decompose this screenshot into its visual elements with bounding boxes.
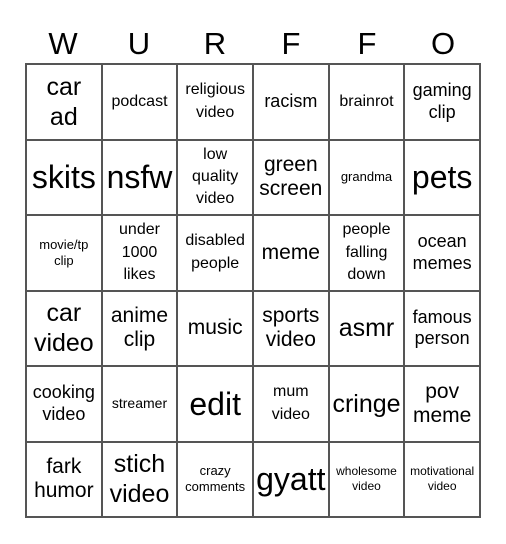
- cell-text: motivational video: [410, 463, 475, 494]
- cell-text: car ad: [46, 72, 82, 131]
- cell-text: sports video: [262, 304, 320, 352]
- bingo-cell[interactable]: ocean memes: [404, 215, 480, 291]
- bingo-cell[interactable]: music: [177, 290, 253, 366]
- bingo-cell[interactable]: movie/tp clip: [26, 215, 102, 291]
- bingo-cell[interactable]: cringe: [328, 366, 405, 442]
- cell-text: mum video: [271, 383, 310, 423]
- cell-text: grandma: [340, 169, 393, 185]
- cell-text: fark humor: [34, 455, 94, 503]
- bingo-cell[interactable]: people falling down: [328, 215, 405, 291]
- bingo-cell[interactable]: racism: [252, 64, 329, 140]
- bingo-cell[interactable]: low quality video: [177, 139, 253, 215]
- bingo-cell[interactable]: anime clip: [101, 290, 178, 366]
- cell-text: green screen: [259, 153, 323, 201]
- bingo-cell[interactable]: stich video: [101, 441, 178, 517]
- bingo-cell[interactable]: sports video: [252, 290, 329, 366]
- header-letter: R: [203, 26, 227, 61]
- bingo-header: W U R F F O: [25, 26, 481, 62]
- bingo-cell[interactable]: brainrot: [328, 64, 405, 140]
- bingo-cell[interactable]: religious video: [177, 64, 253, 140]
- bingo-cell[interactable]: gyatt: [252, 441, 329, 517]
- bingo-cell[interactable]: podcast: [101, 64, 178, 140]
- cell-text: streamer: [111, 395, 168, 411]
- header-letter: W: [48, 26, 78, 61]
- bingo-cell[interactable]: motivational video: [404, 441, 480, 517]
- cell-text: famous person: [412, 306, 472, 349]
- bingo-cell[interactable]: disabled people: [177, 215, 253, 291]
- cell-text: cringe: [332, 389, 401, 418]
- cell-text: gyatt: [256, 461, 326, 498]
- cell-text: racism: [264, 90, 318, 111]
- bingo-cell[interactable]: green screen: [252, 139, 329, 215]
- bingo-cell[interactable]: mum video: [252, 366, 329, 442]
- cell-text: gaming clip: [412, 80, 472, 122]
- header-letter: U: [127, 26, 151, 61]
- cell-text: crazy comments: [185, 463, 246, 495]
- cell-text: ocean memes: [412, 231, 472, 273]
- cell-text: people falling down: [342, 221, 391, 283]
- bingo-cell[interactable]: car ad: [26, 64, 102, 140]
- cell-text: religious video: [185, 81, 245, 121]
- cell-text: edit: [189, 385, 241, 422]
- cell-text: meme: [261, 240, 320, 264]
- cell-text: brainrot: [339, 92, 394, 110]
- bingo-cell[interactable]: cooking video: [26, 366, 102, 442]
- header-letter: F: [357, 26, 377, 61]
- cell-text: nsfw: [106, 159, 173, 196]
- bingo-cell[interactable]: famous person: [404, 290, 480, 366]
- cell-text: music: [187, 316, 243, 340]
- cell-text: skits: [31, 159, 96, 196]
- bingo-grid: car ad podcast religious video racism br…: [25, 63, 481, 518]
- bingo-cell[interactable]: grandma: [328, 139, 405, 215]
- cell-text: anime clip: [110, 304, 169, 352]
- bingo-cell[interactable]: under 1000 likes: [101, 215, 178, 291]
- cell-text: car video: [33, 299, 94, 358]
- header-letter: F: [281, 26, 301, 61]
- cell-text: podcast: [111, 92, 168, 110]
- bingo-cell[interactable]: streamer: [101, 366, 178, 442]
- bingo-cell[interactable]: crazy comments: [177, 441, 253, 517]
- bingo-cell[interactable]: nsfw: [101, 139, 178, 215]
- bingo-cell[interactable]: fark humor: [26, 441, 102, 517]
- bingo-cell[interactable]: meme: [252, 215, 329, 291]
- bingo-cell[interactable]: pets: [404, 139, 480, 215]
- bingo-cell[interactable]: pov meme: [404, 366, 480, 442]
- bingo-cell[interactable]: skits: [26, 139, 102, 215]
- header-letter: O: [430, 26, 456, 61]
- bingo-cell[interactable]: edit: [177, 366, 253, 442]
- cell-text: pets: [411, 159, 473, 196]
- bingo-cell[interactable]: asmr: [328, 290, 405, 366]
- cell-text: low quality video: [192, 145, 239, 208]
- cell-text: wholesome video: [336, 463, 397, 494]
- cell-text: under 1000 likes: [119, 221, 160, 283]
- bingo-cell[interactable]: gaming clip: [404, 64, 480, 140]
- cell-text: movie/tp clip: [39, 236, 89, 268]
- bingo-cell[interactable]: wholesome video: [328, 441, 405, 517]
- bingo-cell[interactable]: car video: [26, 290, 102, 366]
- cell-text: disabled people: [185, 232, 245, 272]
- cell-text: pov meme: [412, 379, 472, 427]
- cell-text: stich video: [109, 450, 170, 509]
- cell-text: cooking video: [32, 382, 95, 424]
- cell-text: asmr: [338, 314, 395, 343]
